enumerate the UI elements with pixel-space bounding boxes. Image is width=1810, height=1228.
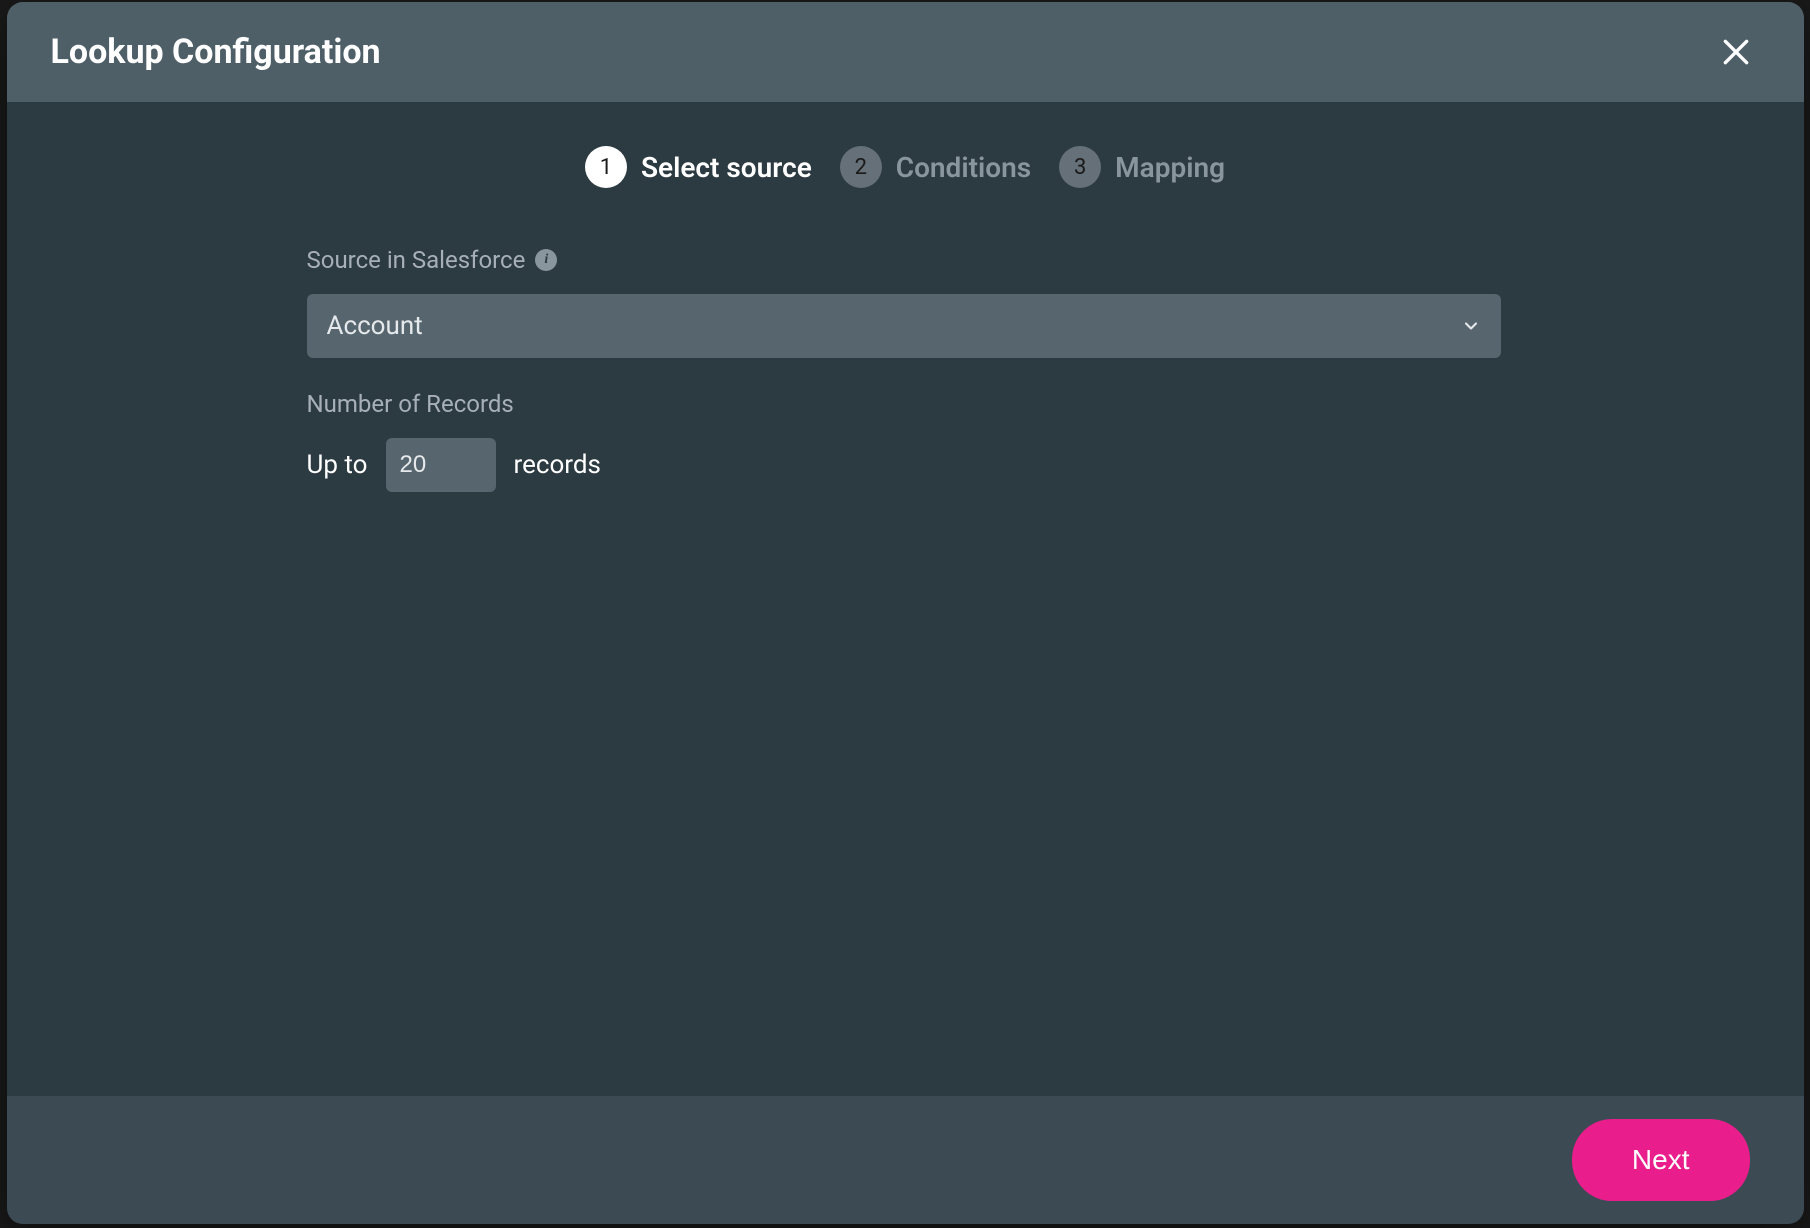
stepper: 1 Select source 2 Conditions 3 Mapping (7, 102, 1804, 246)
records-input[interactable] (386, 438, 496, 492)
source-select[interactable]: Account (307, 294, 1501, 358)
step-select-source[interactable]: 1 Select source (585, 146, 812, 188)
step-number: 2 (840, 146, 882, 188)
step-label: Mapping (1115, 151, 1225, 184)
modal-header: Lookup Configuration (7, 2, 1804, 102)
next-button[interactable]: Next (1572, 1119, 1750, 1201)
step-conditions[interactable]: 2 Conditions (840, 146, 1031, 188)
step-number: 1 (585, 146, 627, 188)
close-button[interactable] (1712, 28, 1760, 76)
records-prefix: Up to (307, 450, 368, 480)
step-label: Select source (641, 151, 812, 184)
step-mapping[interactable]: 3 Mapping (1059, 146, 1225, 188)
records-row: Up to records (307, 438, 1504, 492)
chevron-down-icon (1461, 316, 1481, 336)
step-number: 3 (1059, 146, 1101, 188)
modal-body: 1 Select source 2 Conditions 3 Mapping S… (7, 102, 1804, 1096)
form-section: Source in Salesforce i Account Number of… (7, 246, 1804, 492)
records-suffix: records (514, 450, 601, 480)
source-select-value: Account (327, 311, 423, 341)
source-label-row: Source in Salesforce i (307, 246, 1504, 274)
modal-title: Lookup Configuration (51, 32, 381, 72)
source-select-wrapper: Account (307, 294, 1501, 358)
close-icon (1720, 36, 1752, 68)
records-label-row: Number of Records (307, 390, 1504, 418)
lookup-configuration-modal: Lookup Configuration 1 Select source 2 C… (7, 2, 1804, 1224)
records-label: Number of Records (307, 390, 514, 418)
source-label: Source in Salesforce (307, 246, 526, 274)
step-label: Conditions (896, 151, 1031, 184)
modal-footer: Next (7, 1096, 1804, 1224)
info-icon[interactable]: i (535, 249, 557, 271)
